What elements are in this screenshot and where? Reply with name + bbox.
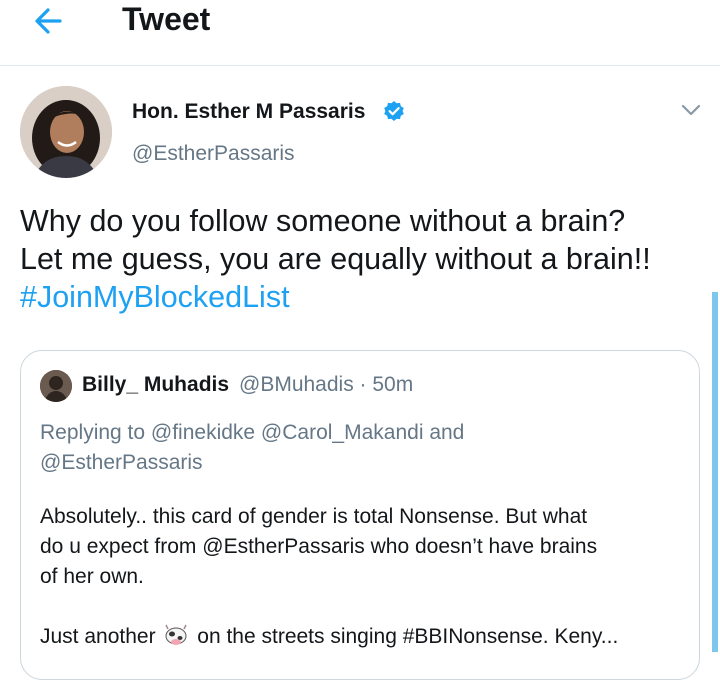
quoted-text-line: Just another on the streets singing #BBI… — [40, 622, 690, 652]
author-handle[interactable]: @EstherPassaris — [132, 142, 295, 166]
replying-to-line: Replying to @finekidke @Carol_Makandi an… — [40, 421, 465, 444]
quoted-text-segment: on the streets singing #BBINonsense. Ken… — [197, 625, 619, 648]
author-avatar[interactable] — [20, 86, 112, 178]
quoted-author-meta: @BMuhadis · 50m — [239, 373, 414, 396]
top-app-bar: Tweet — [0, 0, 720, 66]
verified-badge-icon — [384, 101, 404, 121]
cow-emoji-icon — [165, 624, 188, 645]
quoted-text-line: of her own. — [40, 565, 144, 588]
author-name[interactable]: Hon. Esther M Passaris — [132, 100, 365, 124]
quoted-text-line: do u expect from @EstherPassaris who doe… — [40, 535, 598, 558]
quoted-tweet-text: Absolutely.. this card of gender is tota… — [40, 502, 690, 652]
avatar-image — [20, 86, 112, 178]
quoted-avatar-image — [40, 370, 72, 402]
chevron-down-icon[interactable] — [680, 102, 702, 118]
tweet-text-line: Let me guess, you are equally without a … — [20, 242, 651, 276]
tweet-text: Why do you follow someone without a brai… — [20, 202, 710, 316]
quoted-text-line: Absolutely.. this card of gender is tota… — [40, 505, 588, 528]
arrow-left-icon[interactable] — [30, 6, 70, 36]
quoted-text-segment: Just another — [40, 625, 156, 648]
replying-to: Replying to @finekidke @Carol_Makandi an… — [40, 418, 600, 478]
page-title: Tweet — [122, 1, 211, 37]
scrollbar[interactable] — [712, 292, 718, 652]
quoted-text-line — [40, 592, 690, 622]
tweet-text-line: Why do you follow someone without a brai… — [20, 204, 626, 238]
quoted-author-avatar[interactable] — [40, 370, 72, 402]
replying-to-line: @EstherPassaris — [40, 451, 203, 474]
quoted-author-name: Billy_ Muhadis — [82, 373, 230, 396]
hashtag-link[interactable]: #JoinMyBlockedList — [20, 278, 710, 316]
